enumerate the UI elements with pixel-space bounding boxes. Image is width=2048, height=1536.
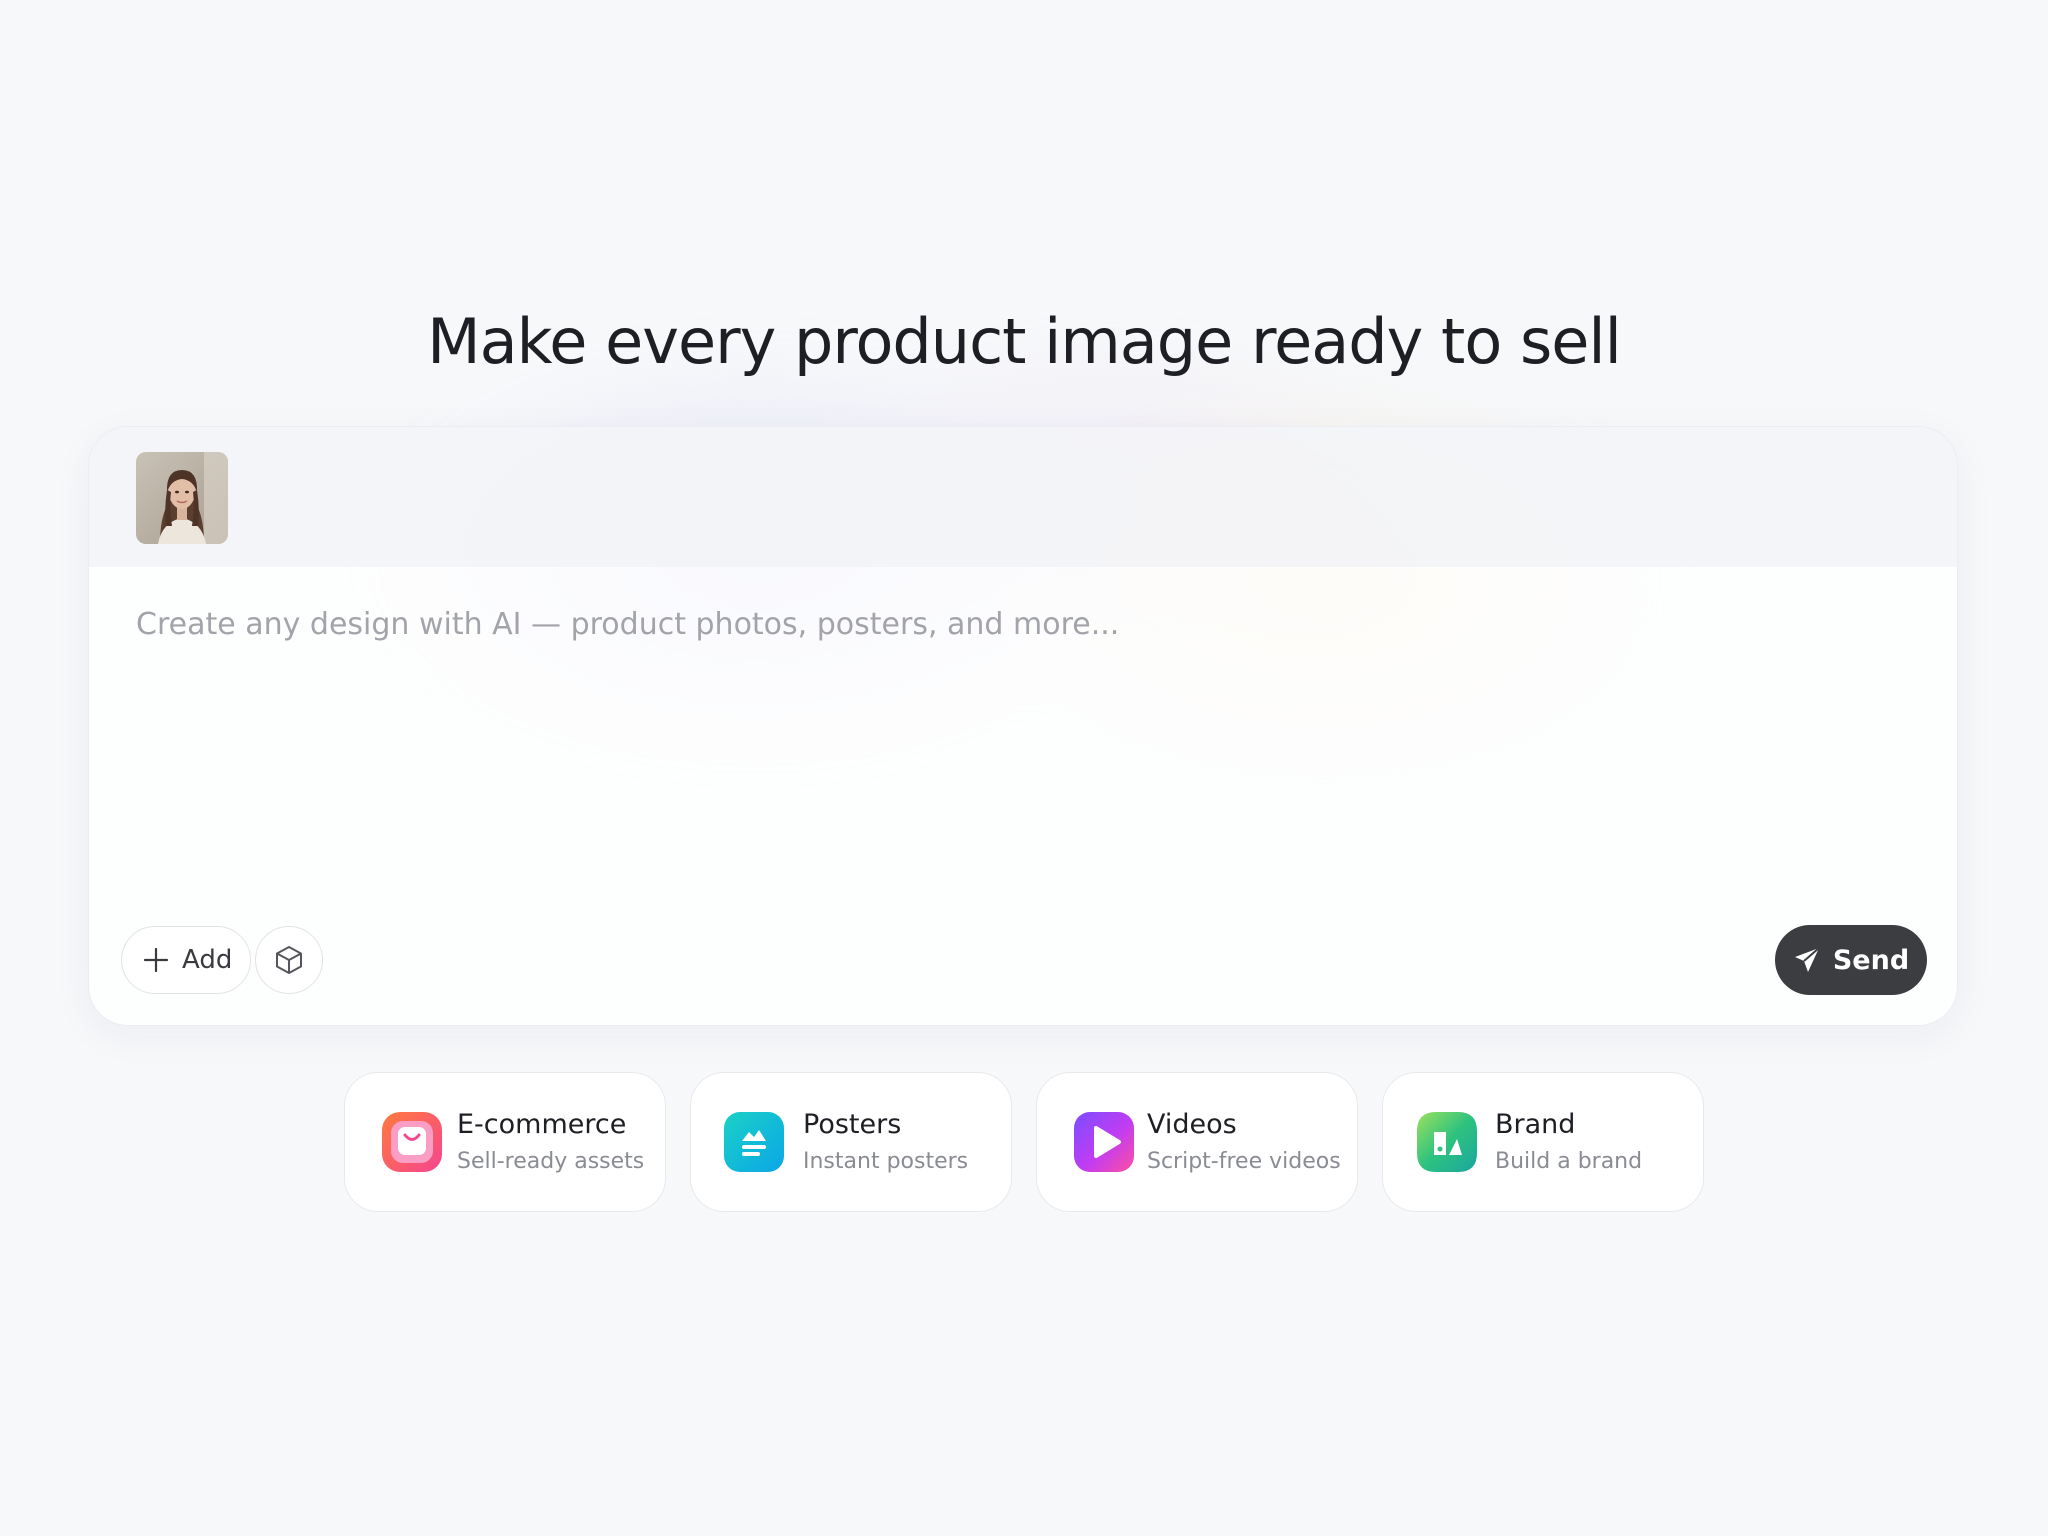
play-icon [1074, 1112, 1134, 1172]
prompt-composer: Add Send [88, 426, 1958, 1026]
category-subtitle: Instant posters [803, 1149, 969, 1174]
model-select-button[interactable] [255, 926, 323, 994]
page-title: Make every product image ready to sell [427, 305, 1622, 378]
cube-icon [276, 946, 302, 974]
category-title: Brand [1495, 1109, 1576, 1140]
category-title: Videos [1147, 1109, 1237, 1140]
category-card-posters[interactable]: Posters Instant posters [690, 1072, 1012, 1212]
category-card-videos[interactable]: Videos Script-free videos [1036, 1072, 1358, 1212]
category-card-ecommerce[interactable]: E-commerce Sell-ready assets [344, 1072, 666, 1212]
category-subtitle: Script-free videos [1147, 1149, 1341, 1174]
plus-icon [142, 946, 170, 974]
send-button-label: Send [1832, 944, 1910, 976]
category-title: E-commerce [457, 1109, 627, 1140]
shopping-bag-icon [382, 1112, 442, 1172]
attachment-strip [89, 427, 1957, 567]
category-card-brand[interactable]: Brand Build a brand [1382, 1072, 1704, 1212]
send-button[interactable]: Send [1775, 925, 1927, 995]
category-subtitle: Build a brand [1495, 1149, 1643, 1174]
paper-plane-icon [1794, 947, 1820, 972]
add-button-label: Add [182, 945, 233, 975]
poster-icon [724, 1112, 784, 1172]
brand-icon [1417, 1112, 1477, 1172]
add-button[interactable]: Add [121, 926, 252, 994]
prompt-input[interactable] [136, 607, 1896, 927]
category-subtitle: Sell-ready assets [457, 1149, 645, 1174]
category-title: Posters [803, 1109, 902, 1140]
attachment-thumbnail[interactable] [136, 452, 228, 544]
